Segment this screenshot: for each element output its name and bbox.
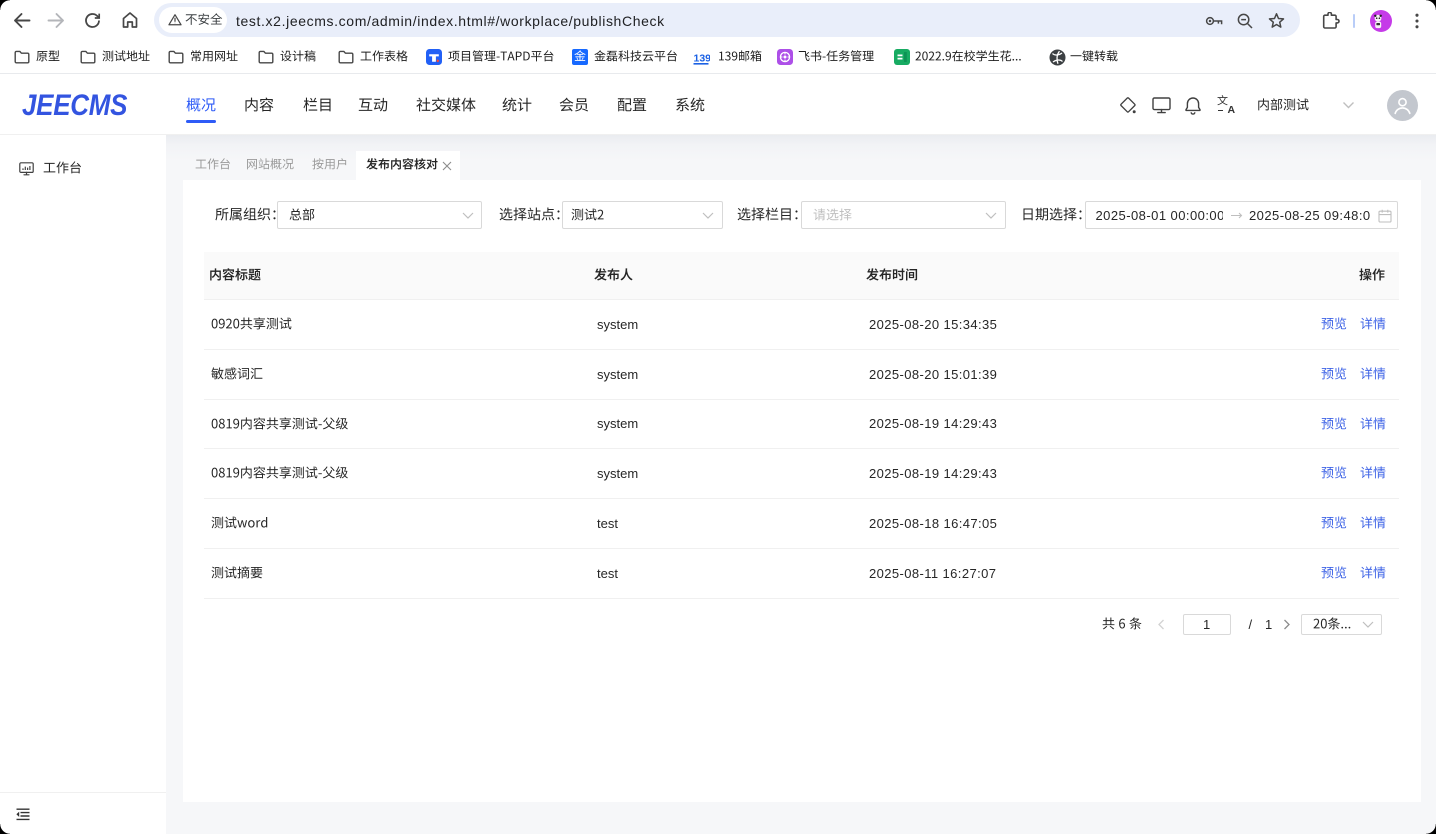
svg-text:139: 139 <box>694 53 711 65</box>
